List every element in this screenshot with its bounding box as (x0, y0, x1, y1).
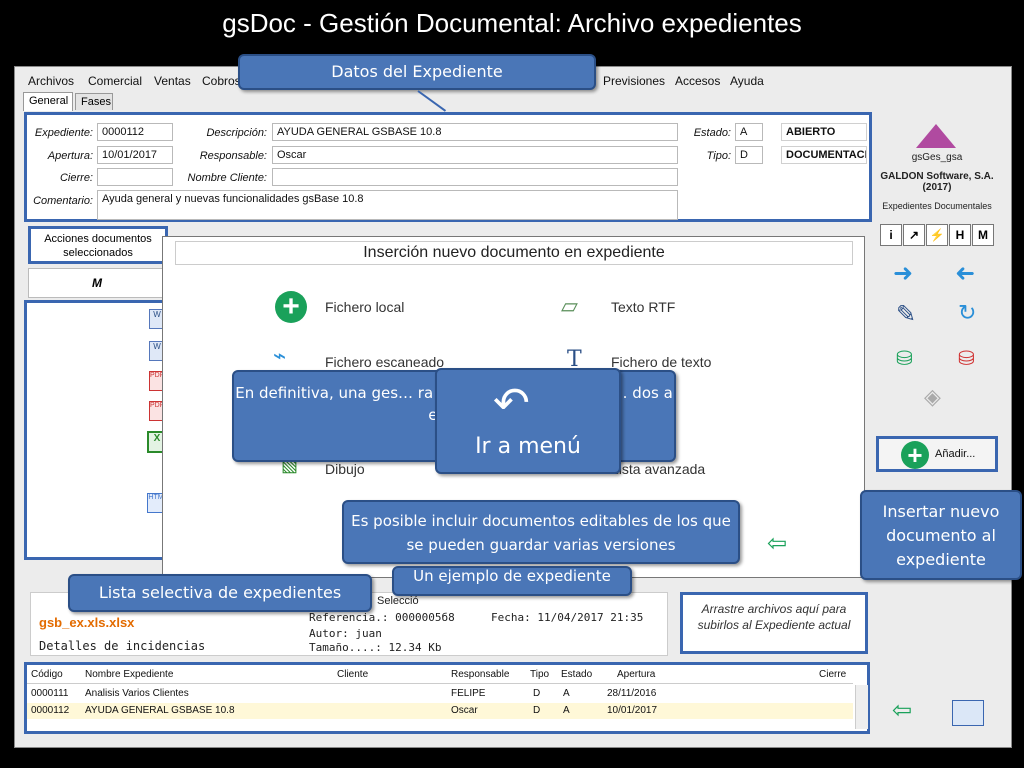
callout-insertar: Insertar nuevo documento al expediente (860, 490, 1022, 580)
option-fichero-escaneado[interactable]: Fichero escaneado (325, 354, 444, 370)
company-logo (916, 124, 956, 148)
actions-label: Acciones documentos seleccionados (28, 226, 168, 264)
link-icon[interactable]: ↗ (903, 224, 925, 246)
preview-autor: Autor: juan (309, 627, 382, 640)
tab-fases[interactable]: Fases (75, 93, 113, 110)
m-icon[interactable]: M (972, 224, 994, 246)
table-row[interactable]: 0000111 Analisis Varios Clientes FELIPE … (27, 686, 853, 702)
apertura-field[interactable]: 10/01/2017 (97, 146, 173, 164)
expedientes-grid: Código Nombre Expediente Cliente Respons… (24, 662, 870, 734)
database-delete-icon[interactable]: ⛁ (958, 346, 975, 371)
option-texto-rtf[interactable]: Texto RTF (611, 299, 675, 315)
menu-comercial[interactable]: Comercial (88, 74, 142, 88)
grid-header-tipo[interactable]: Tipo (530, 669, 549, 680)
refresh-document-icon[interactable]: ↻ (958, 300, 976, 326)
grid-header-apertura[interactable]: Apertura (617, 669, 655, 680)
descripcion-label: Descripción: (206, 127, 267, 139)
callout-lista-expedientes: Lista selectiva de expedientes (68, 574, 372, 612)
apertura-label: Apertura: (47, 150, 93, 162)
slide-title: gsDoc - Gestión Documental: Archivo expe… (222, 8, 802, 38)
expediente-field[interactable]: 0000112 (97, 123, 173, 141)
grid-header-estado[interactable]: Estado (561, 669, 592, 680)
arrow-right-icon[interactable]: ➜ (893, 259, 913, 288)
cliente-field[interactable] (272, 168, 678, 186)
lightning-icon[interactable]: ⚡ (926, 224, 948, 246)
cliente-label: Nombre Cliente: (187, 172, 267, 184)
back-arrow-icon: ↶ (493, 378, 530, 429)
cierre-field[interactable] (97, 168, 173, 186)
preview-incidencias: Detalles de incidencias (39, 639, 206, 653)
grid-header-responsable[interactable]: Responsable (451, 669, 509, 680)
option-lista-avanzada[interactable]: Lista avanzada (611, 461, 705, 477)
grid-scrollbar[interactable] (855, 685, 868, 729)
edit-document-icon[interactable]: ✎ (896, 300, 916, 329)
preview-selecc: Selecció (377, 595, 419, 607)
preview-tamano: Tamaño....: 12.34 Kb (309, 641, 442, 654)
table-row[interactable]: 0000112 AYUDA GENERAL GSBASE 10.8 Oscar … (27, 703, 853, 719)
tipo-label: Tipo: (706, 150, 731, 162)
menu-ayuda[interactable]: Ayuda (730, 74, 764, 88)
tipo-text: DOCUMENTACI (781, 146, 867, 164)
dialog-title: Inserción nuevo documento en expediente (175, 241, 853, 265)
menu-accesos[interactable]: Accesos (675, 74, 720, 88)
grid-header-codigo[interactable]: Código (31, 669, 63, 680)
callout-editables: Es posible incluir documentos editables … (342, 500, 740, 564)
menu-ventas[interactable]: Ventas (154, 74, 191, 88)
add-document-button[interactable]: + Añadir... (876, 436, 998, 472)
estado-code-field[interactable]: A (735, 123, 763, 141)
column-m-header: M (92, 276, 102, 290)
add-label: Añadir... (935, 448, 976, 460)
document-list: W W PDF PDF X HTM (24, 300, 174, 560)
callout-datos-expediente: Datos del Expediente (238, 54, 596, 90)
option-fichero-local[interactable]: Fichero local (325, 299, 404, 315)
tab-general[interactable]: General (23, 92, 73, 111)
responsable-field[interactable]: Oscar (272, 146, 678, 164)
grid-header-nombre[interactable]: Nombre Expediente (85, 669, 173, 680)
estado-label: Estado: (693, 127, 731, 139)
descripcion-field[interactable]: AYUDA GENERAL GSBASE 10.8 (272, 123, 678, 141)
comentario-label: Comentario: (33, 195, 93, 207)
plus-icon: + (901, 441, 929, 469)
menu-cobros[interactable]: Cobros (202, 74, 241, 88)
disk-icon[interactable]: ◈ (924, 384, 941, 410)
go-to-menu-button[interactable]: ↶ Ir a menú (435, 368, 621, 474)
info-icon[interactable]: i (880, 224, 902, 246)
preview-filename: gsb_ex.xls.xlsx (39, 615, 135, 630)
drop-zone[interactable]: Arrastre archivos aquí para subirlos al … (680, 592, 868, 654)
local-file-icon[interactable]: + (275, 291, 307, 323)
h-icon[interactable]: H (949, 224, 971, 246)
grid-header-cliente[interactable]: Cliente (337, 669, 368, 680)
arrow-left-icon[interactable]: ➜ (955, 259, 975, 288)
comentario-field[interactable]: Ayuda general y nuevas funcionalidades g… (97, 190, 678, 220)
database-add-icon[interactable]: ⛁ (896, 346, 913, 371)
option-fichero-texto[interactable]: Fichero de texto (611, 354, 711, 370)
menu-previsiones[interactable]: Previsiones (603, 74, 665, 88)
callout-ejemplo: Un ejemplo de expediente (392, 566, 632, 596)
grid-header-cierre[interactable]: Cierre (819, 669, 846, 680)
preview-fecha: Fecha: 11/04/2017 21:35 (491, 611, 644, 624)
responsable-label: Responsable: (199, 150, 267, 162)
company-name: GALDON Software, S.A. (2017) (880, 171, 994, 193)
expediente-label: Expediente: (34, 127, 93, 139)
preview-referencia: Referencia.: 0000005б8 (309, 611, 455, 624)
cierre-label: Cierre: (59, 172, 93, 184)
tipo-code-field[interactable]: D (735, 146, 763, 164)
rtf-icon[interactable]: ▱ (561, 293, 578, 319)
company-sub: Expedientes Documentales (882, 201, 992, 211)
company-app: gsGes_gsa (911, 152, 963, 163)
back-user-icon[interactable]: ⇦ (767, 529, 787, 558)
scanner-icon[interactable]: ⌁ (273, 343, 286, 369)
expediente-data-panel: Expediente: 0000112 Apertura: 10/01/2017… (24, 112, 872, 222)
option-dibujo[interactable]: Dibujo (325, 461, 365, 477)
user-exit-icon[interactable]: ⇦ (892, 696, 912, 725)
menu-archivos[interactable]: Archivos (28, 74, 74, 88)
calendar-grid-icon[interactable] (952, 700, 984, 726)
go-to-menu-label: Ir a menú (475, 434, 581, 459)
estado-text: ABIERTO (781, 123, 867, 141)
